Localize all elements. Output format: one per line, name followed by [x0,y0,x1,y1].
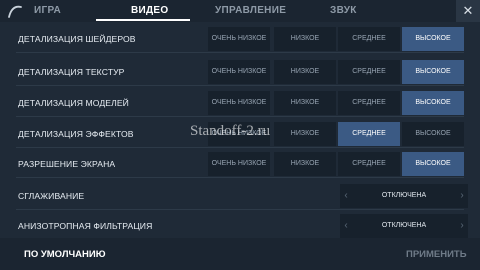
quality-option[interactable]: ОЧЕНЬ НИЗКОЕ [208,91,270,115]
setting-row: АНИЗОТРОПНАЯ ФИЛЬТРАЦИЯ ‹ ОТКЛЮЧЕНА › [12,212,468,240]
quality-option[interactable]: НИЗКОЕ [274,91,336,115]
selector-value: ОТКЛЮЧЕНА [381,222,427,229]
back-arrow-icon[interactable] [6,2,24,20]
value-selector[interactable]: ‹ ОТКЛЮЧЕНА › [340,214,468,238]
setting-row: СГЛАЖИВАНИЕ ‹ ОТКЛЮЧЕНА › [12,182,468,210]
quality-option[interactable]: ОЧЕНЬ НИЗКОЕ [208,27,270,51]
row-divider [16,52,464,53]
setting-row: ДЕТАЛИЗАЦИЯ ТЕКСТУР ОЧЕНЬ НИЗКОЕ НИЗКОЕ СРЕ… [12,58,468,86]
tab-video[interactable]: ВИДЕО [131,5,168,16]
row-divider [16,177,464,178]
quality-option[interactable]: ВЫСОКОЕ [402,122,464,146]
row-divider [16,209,464,210]
chevron-right-icon[interactable]: › [456,214,468,238]
chevron-right-icon[interactable]: › [456,184,468,208]
setting-label: ДЕТАЛИЗАЦИЯ ТЕКСТУР [18,67,125,77]
tab-controls[interactable]: УПРАВЛЕНИЕ [215,5,286,16]
chevron-left-icon[interactable]: ‹ [340,184,352,208]
setting-label: ДЕТАЛИЗАЦИЯ ЭФФЕКТОВ [18,129,134,139]
top-bar: ИГРА ВИДЕО УПРАВЛЕНИЕ ЗВУК ✕ [0,0,480,22]
quality-option[interactable]: СРЕДНЕЕ [338,122,400,146]
row-divider [16,116,464,117]
quality-option[interactable]: ВЫСОКОЕ [402,27,464,51]
setting-row: ДЕТАЛИЗАЦИЯ МОДЕЛЕЙ ОЧЕНЬ НИЗКОЕ НИЗКОЕ СРЕ… [12,89,468,117]
quality-option[interactable]: СРЕДНЕЕ [338,152,400,176]
setting-label: ДЕТАЛИЗАЦИЯ ШЕЙДЕРОВ [18,34,136,44]
quality-option[interactable]: НИЗКОЕ [274,60,336,84]
row-divider [16,85,464,86]
quality-option[interactable]: НИЗКОЕ [274,122,336,146]
close-button[interactable]: ✕ [456,0,480,22]
quality-option[interactable]: НИЗКОЕ [274,152,336,176]
tab-game[interactable]: ИГРА [34,5,61,16]
quality-option[interactable]: ОЧЕНЬ НИЗКОЕ [208,60,270,84]
chevron-left-icon[interactable]: ‹ [340,214,352,238]
active-tab-indicator [96,19,190,21]
quality-option[interactable]: ОЧЕНЬ НИЗКОЕ [208,152,270,176]
selector-value: ОТКЛЮЧЕНА [381,192,427,199]
quality-option[interactable]: ВЫСОКОЕ [402,91,464,115]
setting-row: РАЗРЕШЕНИЕ ЭКРАНА ОЧЕНЬ НИЗКОЕ НИЗКОЕ СРЕДН… [12,150,468,178]
apply-button[interactable]: ПРИМЕНИТЬ [406,249,467,260]
row-divider [16,147,464,148]
quality-option[interactable]: СРЕДНЕЕ [338,27,400,51]
quality-option[interactable]: ВЫСОКОЕ [402,152,464,176]
value-selector[interactable]: ‹ ОТКЛЮЧЕНА › [340,184,468,208]
watermark: Standoff-2.ru [190,123,271,139]
quality-option[interactable]: НИЗКОЕ [274,27,336,51]
tab-sound[interactable]: ЗВУК [330,5,357,16]
setting-label: РАЗРЕШЕНИЕ ЭКРАНА [18,159,116,169]
bottom-bar: ПО УМОЛЧАНИЮ ПРИМЕНИТЬ [0,238,480,270]
restore-defaults-button[interactable]: ПО УМОЛЧАНИЮ [24,249,106,260]
quality-option[interactable]: СРЕДНЕЕ [338,91,400,115]
setting-row: ДЕТАЛИЗАЦИЯ ШЕЙДЕРОВ ОЧЕНЬ НИЗКОЕ НИЗКОЕ СР… [12,25,468,53]
setting-label: СГЛАЖИВАНИЕ [18,191,85,201]
quality-option[interactable]: ВЫСОКОЕ [402,60,464,84]
setting-label: АНИЗОТРОПНАЯ ФИЛЬТРАЦИЯ [18,221,153,231]
setting-label: ДЕТАЛИЗАЦИЯ МОДЕЛЕЙ [18,98,129,108]
quality-option[interactable]: СРЕДНЕЕ [338,60,400,84]
